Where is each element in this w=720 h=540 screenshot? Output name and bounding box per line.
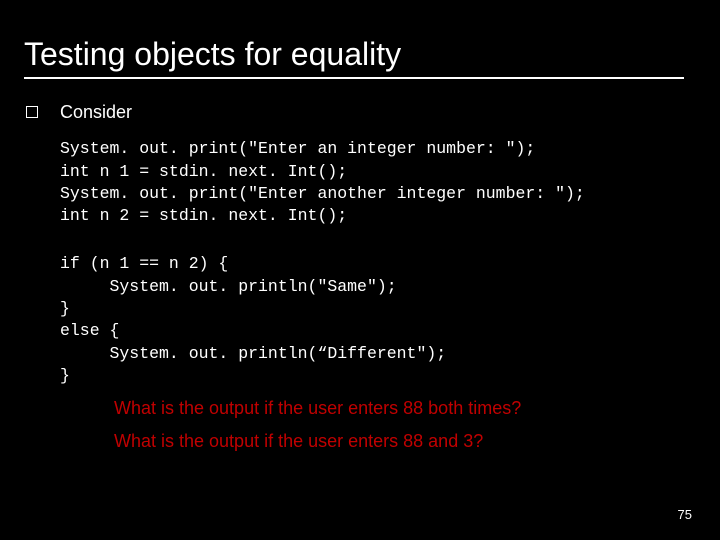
questions: What is the output if the user enters 88… xyxy=(114,397,696,454)
code-line: int n 2 = stdin. next. Int(); xyxy=(60,206,347,225)
code-line: } xyxy=(60,366,70,385)
question-2: What is the output if the user enters 88… xyxy=(114,430,696,453)
code-line: int n 1 = stdin. next. Int(); xyxy=(60,162,347,181)
code-line: if (n 1 == n 2) { xyxy=(60,254,228,273)
code-line: System. out. println("Same"); xyxy=(60,277,397,296)
code-block-2: if (n 1 == n 2) { System. out. println("… xyxy=(60,253,696,387)
slide: Testing objects for equality Consider Sy… xyxy=(0,0,720,540)
slide-number: 75 xyxy=(678,507,692,522)
lead-word: Consider xyxy=(60,101,132,124)
code-line: System. out. print("Enter another intege… xyxy=(60,184,585,203)
bullet-row: Consider xyxy=(24,101,696,124)
code-block-1: System. out. print("Enter an integer num… xyxy=(60,138,696,227)
code-line: } xyxy=(60,299,70,318)
slide-body: Consider System. out. print("Enter an in… xyxy=(0,79,720,454)
code-line: System. out. println(“Different"); xyxy=(60,344,446,363)
bullet-box-icon xyxy=(26,106,38,118)
question-1: What is the output if the user enters 88… xyxy=(114,397,696,420)
code-line: else { xyxy=(60,321,119,340)
slide-title: Testing objects for equality xyxy=(0,0,720,77)
code-line: System. out. print("Enter an integer num… xyxy=(60,139,535,158)
